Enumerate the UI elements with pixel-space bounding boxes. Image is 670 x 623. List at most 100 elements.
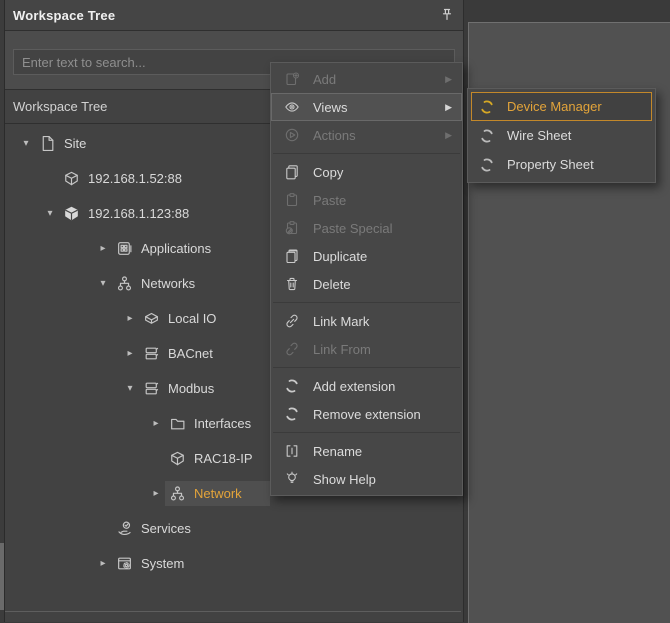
station-cube-icon xyxy=(169,450,186,467)
views-eye-icon xyxy=(283,99,300,116)
folder-icon xyxy=(169,415,186,432)
rename-icon xyxy=(283,443,300,460)
expanded-arrow-icon[interactable]: ▾ xyxy=(17,138,35,149)
tree-item-body[interactable]: 192.168.1.123:88 xyxy=(59,201,195,226)
menu-item-label: Actions xyxy=(313,128,356,143)
applications-icon xyxy=(116,240,133,257)
expanded-arrow-icon[interactable]: ▾ xyxy=(121,383,139,394)
menu-item-label: Duplicate xyxy=(313,249,367,264)
menu-item-label: Add extension xyxy=(313,379,395,394)
add-icon xyxy=(283,71,300,88)
duplicate-icon xyxy=(283,248,300,265)
menu-item-show-help[interactable]: Show Help xyxy=(271,465,462,493)
menu-item-link-mark[interactable]: Link Mark xyxy=(271,307,462,335)
tree-item-label: 192.168.1.123:88 xyxy=(88,206,189,221)
menu-item-delete[interactable]: Delete xyxy=(271,270,462,298)
menu-item-link-from: Link From xyxy=(271,335,462,363)
application-window: Workspace Tree Workspace Tree ▾Site192.1… xyxy=(0,0,670,622)
tree-item-label: BACnet xyxy=(168,346,213,361)
collapsed-arrow-icon[interactable]: ▸ xyxy=(94,243,112,254)
network-icon xyxy=(116,275,133,292)
menu-item-label: Views xyxy=(313,100,347,115)
collapsed-arrow-icon[interactable]: ▸ xyxy=(121,313,139,324)
menu-item-actions: Actions▶ xyxy=(271,121,462,149)
tree-item-label: System xyxy=(141,556,184,571)
tree-item-body[interactable]: Interfaces xyxy=(165,411,257,436)
tree-item-body[interactable]: Services xyxy=(112,516,197,541)
menu-item-add: Add▶ xyxy=(271,65,462,93)
menu-separator xyxy=(273,302,460,303)
menu-item-label: Delete xyxy=(313,277,351,292)
paste-icon xyxy=(283,192,300,209)
tree-item-label: RAC18-IP xyxy=(194,451,253,466)
panel-header: Workspace Tree xyxy=(5,0,463,31)
pin-icon[interactable] xyxy=(439,7,455,23)
tree-item-system[interactable]: ▸ System xyxy=(5,546,463,581)
tree-item-body[interactable]: BACnet xyxy=(139,341,219,366)
menu-separator xyxy=(273,153,460,154)
menu-item-label: Paste Special xyxy=(313,221,393,236)
services-icon xyxy=(116,520,133,537)
tree-item-body[interactable]: System xyxy=(112,551,190,576)
submenu-arrow-icon: ▶ xyxy=(445,74,452,85)
menu-item-label: Paste xyxy=(313,193,346,208)
system-icon xyxy=(116,555,133,572)
tree-item-body[interactable]: Applications xyxy=(112,236,217,261)
menu-item-remove-extension[interactable]: Remove extension xyxy=(271,400,462,428)
document-icon xyxy=(39,135,56,152)
tree-item-body[interactable]: Site xyxy=(35,131,92,156)
submenu-item-property-sheet[interactable]: Property Sheet xyxy=(471,150,652,179)
collapsed-arrow-icon[interactable]: ▸ xyxy=(121,348,139,359)
menu-item-label: Link From xyxy=(313,342,371,357)
tree-item-services[interactable]: Services xyxy=(5,511,463,546)
menu-item-paste-special: Paste Special xyxy=(271,214,462,242)
tree-item-body[interactable]: 192.168.1.52:88 xyxy=(59,166,188,191)
collapsed-arrow-icon[interactable]: ▸ xyxy=(147,488,165,499)
left-scrollbar-thumb[interactable] xyxy=(0,543,4,610)
menu-item-duplicate[interactable]: Duplicate xyxy=(271,242,462,270)
view-spinner-icon xyxy=(479,157,495,173)
station-cube-filled-icon xyxy=(63,205,80,222)
submenu-item-wire-sheet[interactable]: Wire Sheet xyxy=(471,121,652,150)
delete-icon xyxy=(283,276,300,293)
tree-item-label: Network xyxy=(194,486,242,501)
menu-item-label: Rename xyxy=(313,444,362,459)
menu-separator xyxy=(273,432,460,433)
submenu-item-label: Device Manager xyxy=(507,99,602,114)
views-submenu: Device Manager Wire Sheet Property Sheet xyxy=(467,88,656,183)
tree-item-body[interactable]: RAC18-IP xyxy=(165,446,259,471)
menu-item-copy[interactable]: Copy xyxy=(271,158,462,186)
collapsed-arrow-icon[interactable]: ▸ xyxy=(94,558,112,569)
submenu-item-label: Property Sheet xyxy=(507,157,594,172)
link-mark-icon xyxy=(283,313,300,330)
tree-item-label: Site xyxy=(64,136,86,151)
tree-item-label: Interfaces xyxy=(194,416,251,431)
station-cube-icon xyxy=(63,170,80,187)
panel-title: Workspace Tree xyxy=(13,8,115,23)
view-spinner-icon xyxy=(479,99,495,115)
menu-item-views[interactable]: Views▶ xyxy=(271,93,462,121)
help-bulb-icon xyxy=(283,471,300,488)
copy-icon xyxy=(283,164,300,181)
tree-item-label: Services xyxy=(141,521,191,536)
expanded-arrow-icon[interactable]: ▾ xyxy=(41,208,59,219)
tree-item-body[interactable]: Modbus xyxy=(139,376,220,401)
tree-item-label: Networks xyxy=(141,276,195,291)
tree-selection-highlight[interactable]: Network xyxy=(165,481,270,506)
menu-item-label: Remove extension xyxy=(313,407,421,422)
context-menu: Add▶Views▶Actions▶CopyPastePaste Special… xyxy=(270,62,463,496)
tree-item-body[interactable]: Local IO xyxy=(139,306,222,331)
extension-spinner-icon xyxy=(283,378,300,395)
menu-item-add-extension[interactable]: Add extension xyxy=(271,372,462,400)
extension-spinner-icon xyxy=(283,406,300,423)
menu-item-rename[interactable]: Rename xyxy=(271,437,462,465)
submenu-item-device-manager[interactable]: Device Manager xyxy=(471,92,652,121)
localio-icon xyxy=(143,310,160,327)
tree-item-body[interactable]: Networks xyxy=(112,271,201,296)
view-spinner-icon xyxy=(479,128,495,144)
collapsed-arrow-icon[interactable]: ▸ xyxy=(147,418,165,429)
protocol-stack-icon xyxy=(143,345,160,362)
submenu-item-label: Wire Sheet xyxy=(507,128,571,143)
actions-play-icon xyxy=(283,127,300,144)
expanded-arrow-icon[interactable]: ▾ xyxy=(94,278,112,289)
